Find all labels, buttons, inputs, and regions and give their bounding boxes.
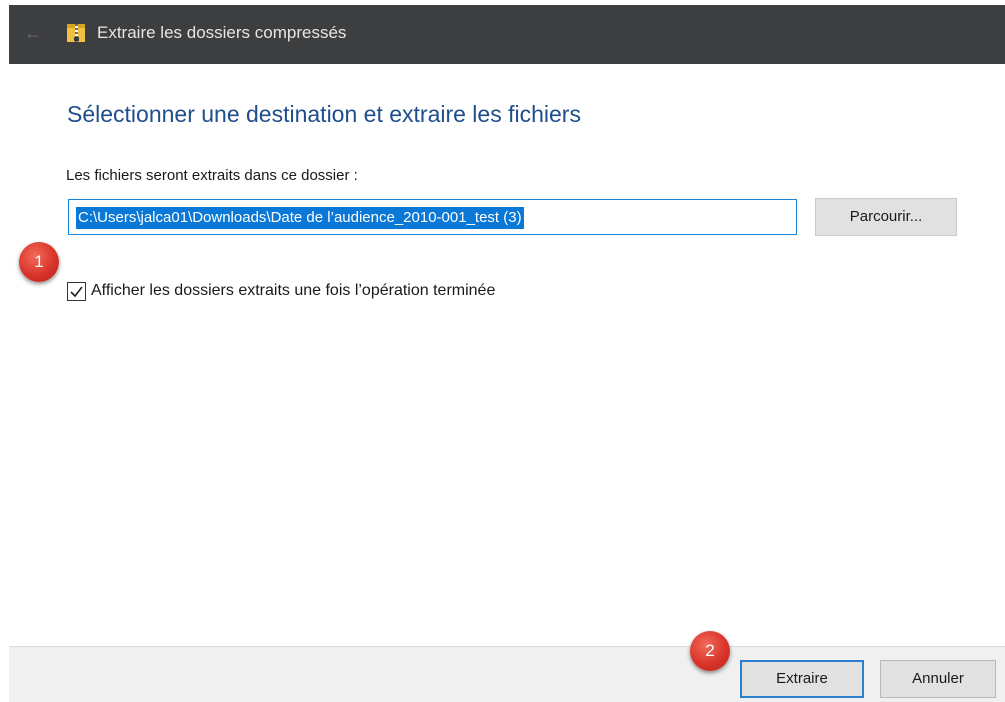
show-extracted-checkbox[interactable] — [67, 282, 86, 301]
page-heading: Sélectionner une destination et extraire… — [67, 101, 581, 127]
destination-path-value: C:\Users\jalca01\Downloads\Date de l’aud… — [76, 207, 524, 229]
destination-path-input[interactable]: C:\Users\jalca01\Downloads\Date de l’aud… — [68, 199, 797, 235]
back-arrow-icon[interactable]: ← — [21, 21, 45, 45]
show-extracted-label[interactable]: Afficher les dossiers extraits une fois … — [91, 282, 495, 300]
browse-button[interactable]: Parcourir... — [815, 198, 957, 236]
title-bar: ← Extraire les dossiers compressés — [9, 5, 1005, 64]
zip-folder-icon — [65, 22, 87, 44]
destination-label: Les fichiers seront extraits dans ce dos… — [66, 167, 358, 184]
step-1-badge: 1 — [19, 242, 59, 282]
extract-wizard-window: ← Extraire les dossiers compressés Sélec… — [0, 0, 1005, 702]
checkmark-icon — [70, 286, 83, 298]
extract-button[interactable]: Extraire — [740, 660, 864, 698]
step-2-badge: 2 — [690, 631, 730, 671]
cancel-button[interactable]: Annuler — [880, 660, 996, 698]
window-title: Extraire les dossiers compressés — [97, 23, 347, 42]
